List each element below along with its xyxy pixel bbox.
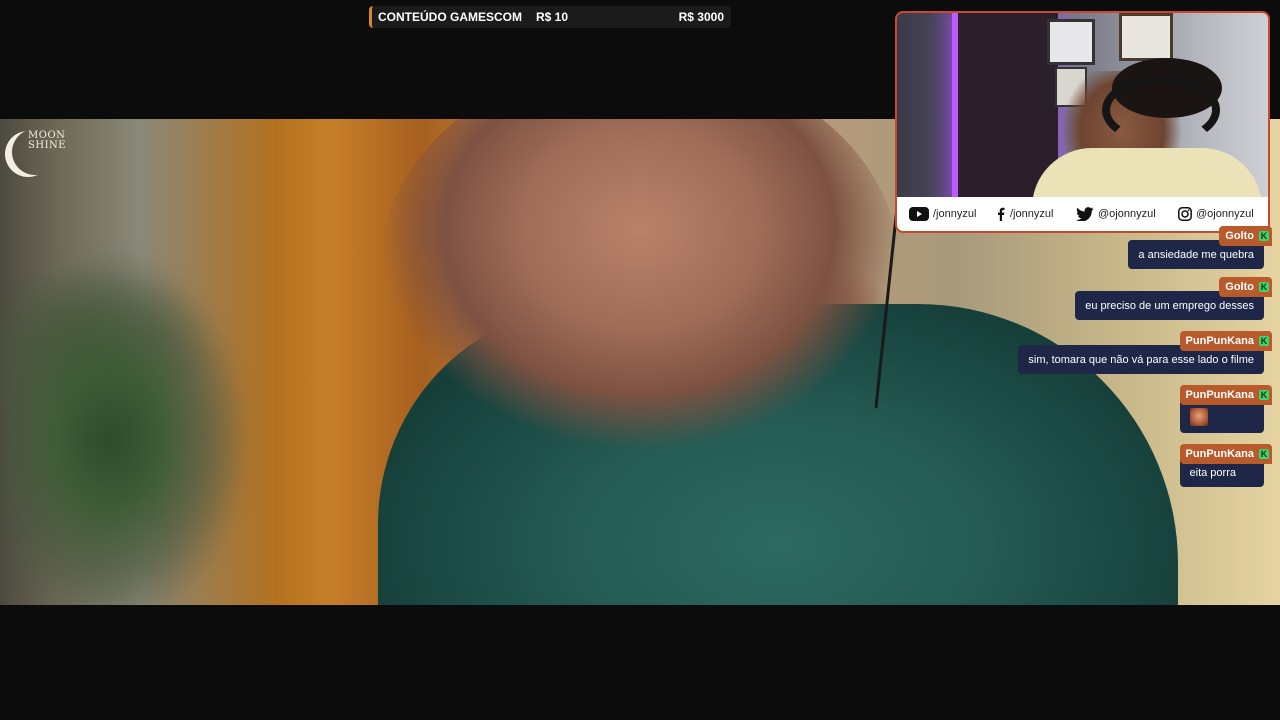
social-facebook[interactable]: /jonnyzul <box>996 206 1053 222</box>
chat-username: PunPunKana K <box>1179 444 1272 464</box>
facebook-icon <box>998 207 1005 221</box>
webcam-wall-frame <box>1047 19 1095 65</box>
emote-icon <box>1190 408 1208 426</box>
social-instagram[interactable]: @ojonnyzul <box>1178 206 1254 222</box>
chat-message: eu preciso de um emprego desses Golto K <box>1075 277 1272 325</box>
chat-username: Golto K <box>1219 277 1272 297</box>
chat-message: sim, tomara que não vá para esse lado o … <box>1018 331 1272 379</box>
youtube-icon <box>909 207 929 221</box>
logo-line-2: SHINE <box>28 140 67 151</box>
chat-username: Golto K <box>1219 226 1272 246</box>
badge-icon: K <box>1260 390 1268 400</box>
twitter-handle: @ojonnyzul <box>1098 208 1156 220</box>
chat-message: eita porra PunPunKana K <box>1179 444 1272 492</box>
badge-icon: K <box>1260 231 1268 241</box>
badge-icon: K <box>1260 282 1268 292</box>
chat-username: PunPunKana K <box>1179 331 1272 351</box>
moonshine-logo: MOON SHINE <box>12 129 74 179</box>
badge-icon: K <box>1260 449 1268 459</box>
instagram-handle: @ojonnyzul <box>1196 208 1254 220</box>
donation-goal-bar: CONTEÚDO GAMESCOM R$ 10 R$ 3000 <box>369 6 731 28</box>
chat-username-text: Golto <box>1225 281 1254 293</box>
chat-message: PunPunKana K <box>1179 385 1272 437</box>
social-twitter[interactable]: @ojonnyzul <box>1076 206 1156 222</box>
goal-target-amount: R$ 3000 <box>678 10 724 24</box>
webcam-wall-frame <box>1119 13 1173 61</box>
chat-username-text: PunPunKana <box>1185 389 1254 401</box>
goal-current-amount: R$ 10 <box>536 10 569 24</box>
chat-username-text: PunPunKana <box>1185 448 1254 460</box>
social-youtube[interactable]: /jonnyzul <box>909 206 976 222</box>
twitter-icon <box>1076 207 1094 221</box>
chat-username: PunPunKana K <box>1179 385 1272 405</box>
badge-icon: K <box>1260 336 1268 346</box>
video-background-plant <box>0 229 270 605</box>
chat-username-text: PunPunKana <box>1185 335 1254 347</box>
youtube-handle: /jonnyzul <box>933 208 977 220</box>
goal-title: CONTEÚDO GAMESCOM <box>378 10 522 24</box>
webcam-overlay: /jonnyzul /jonnyzul @ojonnyzul @ojonnyzu… <box>895 11 1270 233</box>
instagram-icon <box>1178 207 1192 221</box>
chat-message: a ansiedade me quebra Golto K <box>1128 226 1272 269</box>
chat-username-text: Golto <box>1225 230 1254 242</box>
facebook-handle: /jonnyzul <box>1010 208 1054 220</box>
headphones-icon <box>1102 75 1220 145</box>
